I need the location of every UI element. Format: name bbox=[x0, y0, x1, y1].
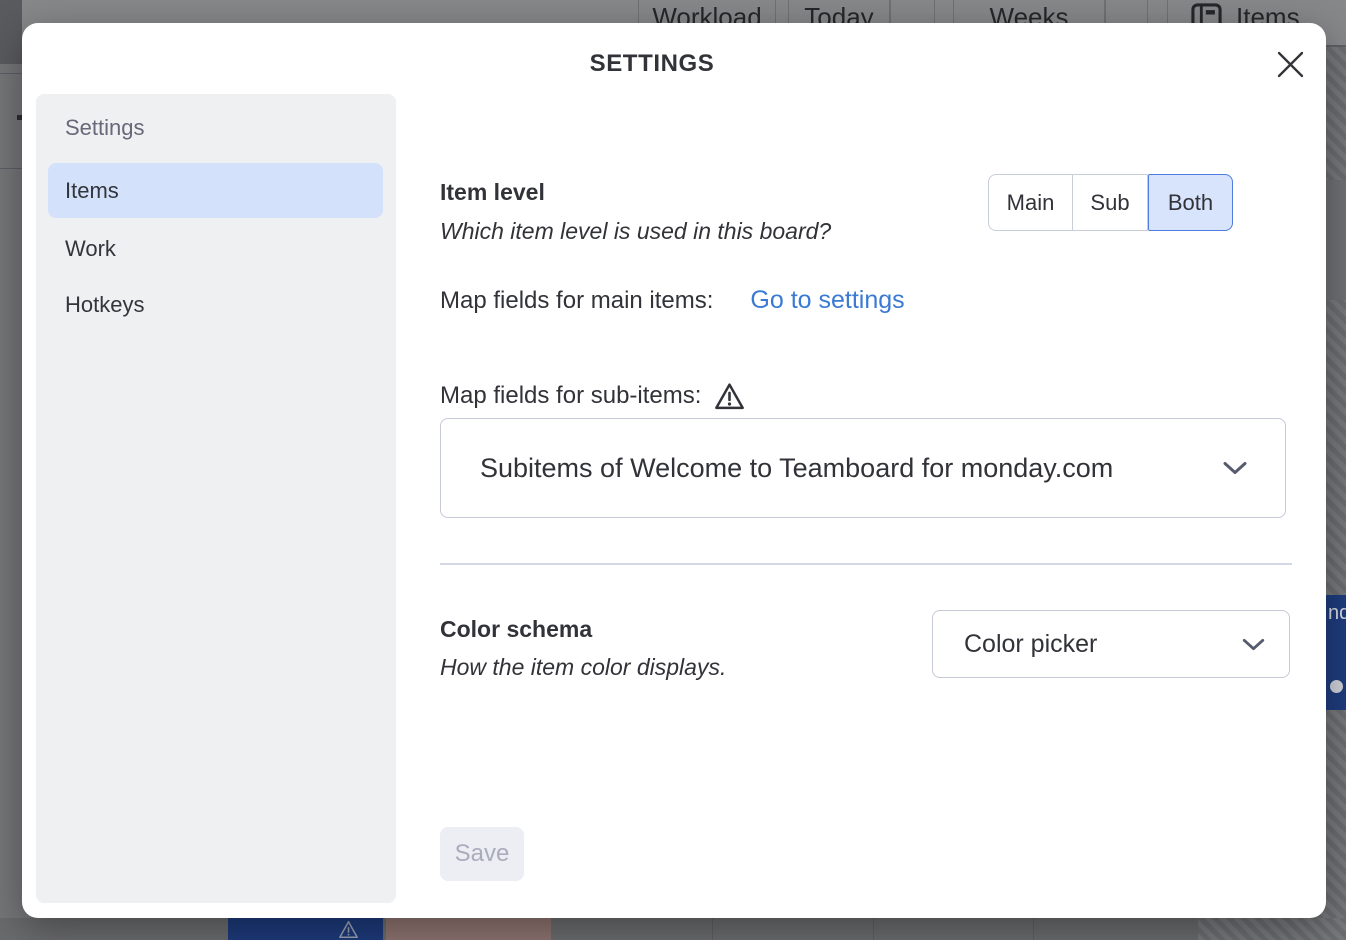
sidebar-item-label: Work bbox=[65, 236, 116, 262]
chevron-down-icon bbox=[1223, 461, 1247, 475]
map-main-items-row: Map fields for main items: Go to setting… bbox=[440, 285, 905, 316]
background-timeline-bar-blue bbox=[228, 918, 383, 940]
background-avatar-fragment bbox=[1330, 680, 1343, 693]
chevron-down-icon bbox=[1242, 638, 1265, 651]
sidebar-item-label: Hotkeys bbox=[65, 292, 144, 318]
close-button[interactable] bbox=[1271, 47, 1309, 85]
background-grid-line bbox=[1033, 918, 1034, 940]
map-sub-items-row: Map fields for sub-items: bbox=[440, 381, 745, 411]
map-sub-items-label: Map fields for sub-items: bbox=[440, 381, 701, 411]
close-icon bbox=[1277, 51, 1304, 81]
sidebar-item-work[interactable]: Work bbox=[48, 221, 383, 276]
background-row-line bbox=[0, 168, 22, 169]
segment-main-button[interactable]: Main bbox=[988, 174, 1073, 231]
sidebar-item-label: Items bbox=[65, 178, 119, 204]
subitems-board-dropdown[interactable]: Subitems of Welcome to Teamboard for mon… bbox=[440, 418, 1286, 518]
section-divider bbox=[440, 563, 1292, 565]
background-bar-text-fragment: nd bbox=[1328, 602, 1346, 625]
item-level-label: Item level bbox=[440, 178, 545, 206]
background-grid-line bbox=[873, 918, 874, 940]
background-bottom-row bbox=[0, 918, 1346, 940]
color-schema-dropdown-value: Color picker bbox=[964, 630, 1242, 659]
sidebar-item-hotkeys[interactable]: Hotkeys bbox=[48, 277, 383, 332]
background-timeline-bar-salmon bbox=[386, 918, 551, 940]
segment-sub-button[interactable]: Sub bbox=[1073, 174, 1148, 231]
background-grid-line bbox=[712, 918, 713, 940]
background-row-line bbox=[0, 73, 22, 74]
map-main-items-label: Map fields for main items: bbox=[440, 286, 713, 316]
modal-title: SETTINGS bbox=[22, 50, 1282, 78]
warning-triangle-icon bbox=[338, 920, 359, 940]
go-to-settings-link[interactable]: Go to settings bbox=[750, 285, 904, 315]
settings-sidebar: Settings Items Work Hotkeys bbox=[36, 94, 396, 903]
subitems-board-dropdown-value: Subitems of Welcome to Teamboard for mon… bbox=[480, 453, 1223, 484]
background-left-panel bbox=[0, 0, 22, 64]
item-level-segmented-control: Main Sub Both bbox=[988, 174, 1233, 231]
save-button[interactable]: Save bbox=[440, 827, 524, 881]
color-schema-description: How the item color displays. bbox=[440, 653, 726, 681]
color-schema-label: Color schema bbox=[440, 615, 592, 643]
segment-both-button[interactable]: Both bbox=[1148, 174, 1233, 231]
sidebar-item-items[interactable]: Items bbox=[48, 163, 383, 218]
background-weekend-hatch bbox=[1198, 918, 1346, 940]
settings-modal: SETTINGS Settings Items Work Hotkeys Ite… bbox=[22, 23, 1326, 918]
item-level-description: Which item level is used in this board? bbox=[440, 217, 831, 245]
warning-triangle-icon bbox=[714, 382, 745, 411]
sidebar-heading: Settings bbox=[65, 114, 145, 142]
color-schema-dropdown[interactable]: Color picker bbox=[932, 610, 1290, 678]
